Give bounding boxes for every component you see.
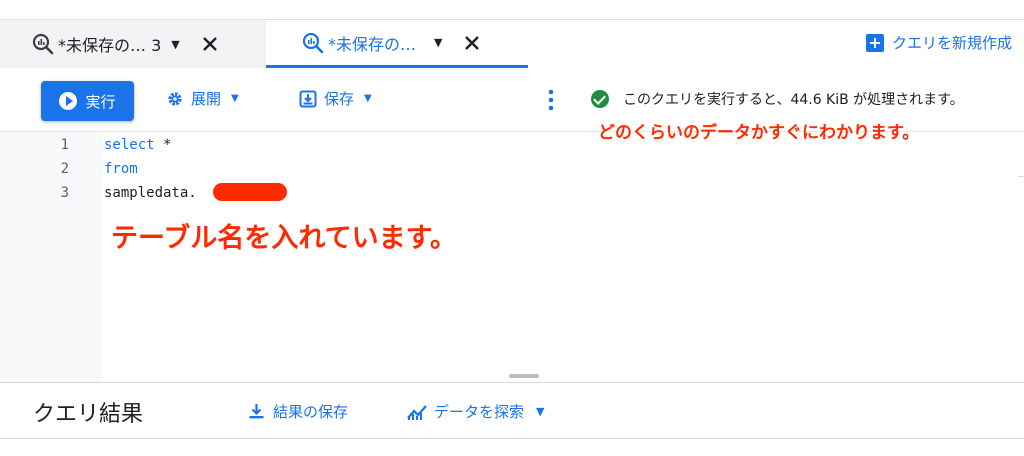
chevron-down-icon: ▼ bbox=[231, 93, 239, 104]
save-icon bbox=[299, 90, 317, 108]
explore-data-button[interactable]: データを探索 ▼ bbox=[406, 401, 544, 422]
sql-editor[interactable]: 1 2 3 select * from sampledata.s; bbox=[0, 131, 1024, 383]
expand-button[interactable]: 展開 ▼ bbox=[166, 88, 239, 109]
explore-data-label: データを探索 bbox=[434, 403, 525, 421]
save-label: 保存 bbox=[324, 90, 355, 108]
sql-keyword: select bbox=[104, 137, 155, 153]
query-validation-status: このクエリを実行すると、44.6 KiB が処理されます。 bbox=[591, 89, 964, 109]
run-label: 実行 bbox=[85, 92, 116, 111]
sql-keyword: from bbox=[104, 161, 138, 177]
chevron-down-icon: ▼ bbox=[536, 405, 545, 418]
close-icon[interactable] bbox=[464, 35, 480, 51]
tab-label: *未保存の… bbox=[328, 34, 417, 54]
gear-icon bbox=[166, 90, 184, 108]
chart-line-icon bbox=[406, 403, 428, 421]
code-text: sampledata. bbox=[104, 185, 197, 201]
redaction-mark bbox=[213, 183, 287, 201]
status-text: このクエリを実行すると、44.6 KiB が処理されます。 bbox=[623, 92, 964, 108]
tab-label: *未保存の… 3 bbox=[58, 36, 162, 55]
annotation-data-size: どのくらいのデータかすぐにわかります。 bbox=[598, 123, 920, 143]
code-line-2[interactable]: from bbox=[104, 161, 138, 177]
download-icon bbox=[248, 403, 265, 420]
query-icon bbox=[32, 33, 54, 55]
query-icon bbox=[302, 32, 324, 54]
plus-icon: + bbox=[865, 33, 884, 52]
query-tab-bar: *未保存の… 3 ▼ *未保存の… ▼ + クエリを新規作成 bbox=[0, 19, 1024, 69]
line-number: 2 bbox=[60, 161, 69, 177]
code-text: * bbox=[154, 137, 172, 153]
query-results-bar: クエリ結果 結果の保存 データを探索 ▼ bbox=[0, 382, 1024, 439]
check-circle-icon bbox=[591, 90, 609, 108]
run-button[interactable]: 実行 bbox=[41, 81, 134, 121]
close-icon[interactable] bbox=[202, 36, 218, 52]
more-vert-icon[interactable] bbox=[548, 88, 554, 112]
editor-resize-handle[interactable] bbox=[509, 374, 539, 378]
play-icon bbox=[59, 92, 78, 110]
expand-label: 展開 bbox=[191, 90, 222, 108]
chevron-down-icon[interactable]: ▼ bbox=[434, 36, 442, 49]
save-results-button[interactable]: 結果の保存 bbox=[248, 401, 348, 422]
code-line-1[interactable]: select * bbox=[104, 137, 171, 153]
save-button[interactable]: 保存 ▼ bbox=[299, 88, 372, 109]
chevron-down-icon[interactable]: ▼ bbox=[171, 38, 179, 51]
line-number-gutter: 1 2 3 bbox=[0, 132, 103, 383]
divider bbox=[1018, 176, 1024, 177]
chevron-down-icon: ▼ bbox=[364, 93, 372, 104]
new-query-label: クエリを新規作成 bbox=[891, 34, 1012, 52]
line-number: 1 bbox=[60, 137, 69, 153]
save-results-label: 結果の保存 bbox=[273, 403, 349, 421]
line-number: 3 bbox=[60, 185, 69, 201]
results-title: クエリ結果 bbox=[33, 402, 144, 427]
tab-unsaved-query-active[interactable]: *未保存の… ▼ bbox=[266, 20, 528, 68]
new-query-button[interactable]: + クエリを新規作成 bbox=[865, 32, 1012, 53]
annotation-table-name: テーブル名を入れています。 bbox=[111, 223, 457, 254]
tab-unsaved-query-3[interactable]: *未保存の… 3 ▼ bbox=[0, 20, 266, 68]
